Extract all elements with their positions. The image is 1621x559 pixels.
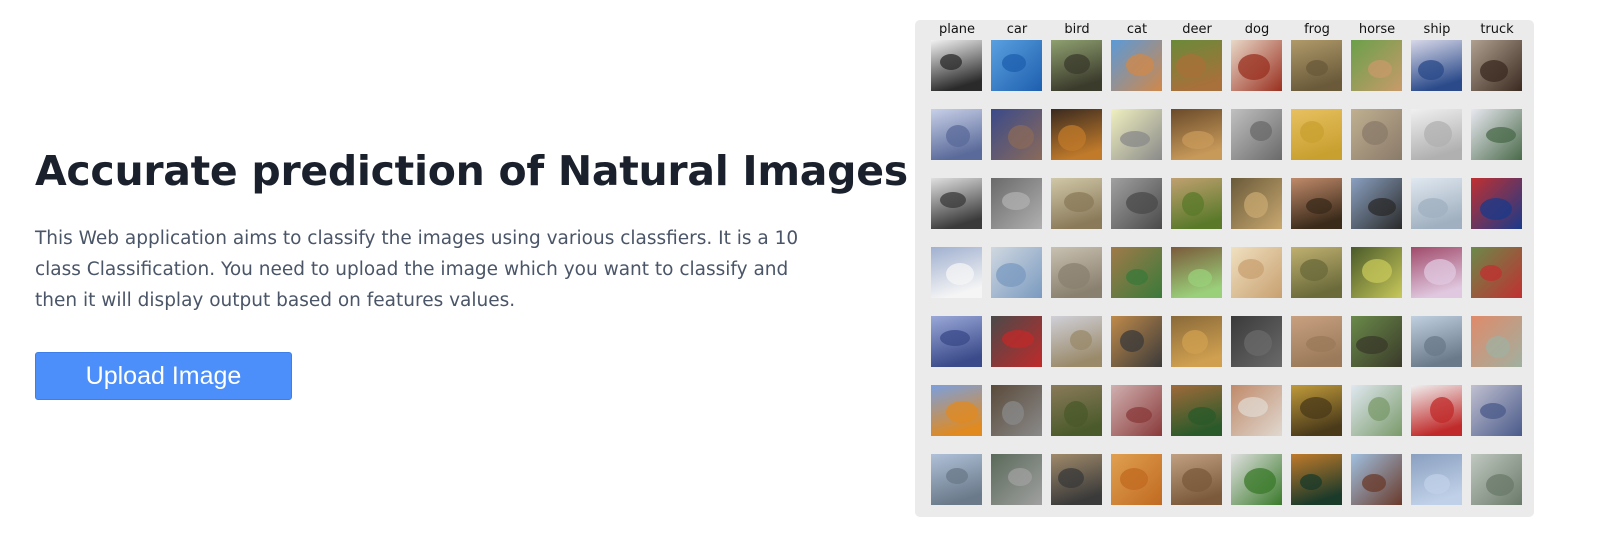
- sample-image-bird: [1051, 178, 1102, 229]
- sample-image-truck: [1471, 178, 1522, 229]
- sample-image-cat: [1111, 247, 1162, 298]
- class-label-truck: truck: [1480, 22, 1514, 37]
- page: Accurate prediction of Natural Images Th…: [0, 0, 1621, 559]
- sample-image-cat: [1111, 109, 1162, 160]
- sample-image-truck: [1471, 247, 1522, 298]
- sample-image-dog: [1231, 454, 1282, 505]
- sample-image-bird: [1051, 454, 1102, 505]
- sample-image-frog: [1291, 247, 1342, 298]
- sample-image-car: [991, 385, 1042, 436]
- sample-image-deer: [1171, 40, 1222, 91]
- sample-image-ship: [1411, 40, 1462, 91]
- sample-image-frog: [1291, 178, 1342, 229]
- class-label-ship: ship: [1423, 22, 1451, 37]
- sample-image-plane: [931, 247, 982, 298]
- sample-image-deer: [1171, 316, 1222, 367]
- upload-image-button[interactable]: Upload Image: [35, 352, 292, 400]
- sample-image-frog: [1291, 316, 1342, 367]
- sample-image-frog: [1291, 40, 1342, 91]
- sample-image-ship: [1411, 316, 1462, 367]
- sample-image-plane: [931, 40, 982, 91]
- sample-image-horse: [1351, 40, 1402, 91]
- sample-image-dog: [1231, 316, 1282, 367]
- sample-image-dog: [1231, 247, 1282, 298]
- sample-image-deer: [1171, 109, 1222, 160]
- sample-image-plane: [931, 385, 982, 436]
- sample-image-deer: [1171, 454, 1222, 505]
- sample-image-truck: [1471, 385, 1522, 436]
- sample-image-truck: [1471, 40, 1522, 91]
- sample-image-bird: [1051, 40, 1102, 91]
- class-label-horse: horse: [1358, 22, 1396, 37]
- sample-image-car: [991, 40, 1042, 91]
- sample-image-truck: [1471, 316, 1522, 367]
- sample-image-horse: [1351, 454, 1402, 505]
- sample-image-ship: [1411, 454, 1462, 505]
- sample-image-cat: [1111, 40, 1162, 91]
- sample-image-bird: [1051, 385, 1102, 436]
- sample-image-plane: [931, 109, 982, 160]
- sample-image-deer: [1171, 247, 1222, 298]
- sample-image-car: [991, 178, 1042, 229]
- sample-image-truck: [1471, 454, 1522, 505]
- sample-image-dog: [1231, 109, 1282, 160]
- class-label-car: car: [1006, 22, 1028, 37]
- sample-image-ship: [1411, 247, 1462, 298]
- page-title: Accurate prediction of Natural Images: [35, 147, 908, 195]
- sample-image-deer: [1171, 178, 1222, 229]
- sample-image-frog: [1291, 385, 1342, 436]
- class-label-dog: dog: [1244, 22, 1270, 37]
- sample-image-ship: [1411, 385, 1462, 436]
- sample-image-plane: [931, 316, 982, 367]
- sample-image-plane: [931, 454, 982, 505]
- sample-image-plane: [931, 178, 982, 229]
- sample-image-horse: [1351, 178, 1402, 229]
- sample-image-cat: [1111, 454, 1162, 505]
- sample-image-horse: [1351, 247, 1402, 298]
- sample-image-car: [991, 109, 1042, 160]
- class-label-cat: cat: [1126, 22, 1148, 37]
- page-description: This Web application aims to classify th…: [35, 228, 799, 311]
- sample-image-frog: [1291, 454, 1342, 505]
- class-label-bird: bird: [1064, 22, 1090, 37]
- sample-images-grid: plane car bird cat deer dog frog horse ship truck: [915, 20, 1534, 517]
- sample-image-bird: [1051, 316, 1102, 367]
- sample-image-cat: [1111, 178, 1162, 229]
- sample-image-deer: [1171, 385, 1222, 436]
- class-label-plane: plane: [938, 22, 976, 37]
- sample-image-cat: [1111, 385, 1162, 436]
- sample-image-ship: [1411, 109, 1462, 160]
- sample-image-car: [991, 247, 1042, 298]
- sample-image-cat: [1111, 316, 1162, 367]
- sample-image-dog: [1231, 178, 1282, 229]
- class-label-frog: frog: [1304, 22, 1330, 37]
- sample-image-car: [991, 316, 1042, 367]
- sample-image-bird: [1051, 247, 1102, 298]
- sample-image-horse: [1351, 109, 1402, 160]
- sample-image-ship: [1411, 178, 1462, 229]
- sample-image-frog: [1291, 109, 1342, 160]
- sample-image-horse: [1351, 385, 1402, 436]
- sample-image-dog: [1231, 385, 1282, 436]
- sample-image-bird: [1051, 109, 1102, 160]
- hero-section: Accurate prediction of Natural Images Th…: [35, 142, 908, 316]
- sample-image-dog: [1231, 40, 1282, 91]
- sample-image-car: [991, 454, 1042, 505]
- sample-image-truck: [1471, 109, 1522, 160]
- sample-image-horse: [1351, 316, 1402, 367]
- class-label-deer: deer: [1182, 22, 1212, 37]
